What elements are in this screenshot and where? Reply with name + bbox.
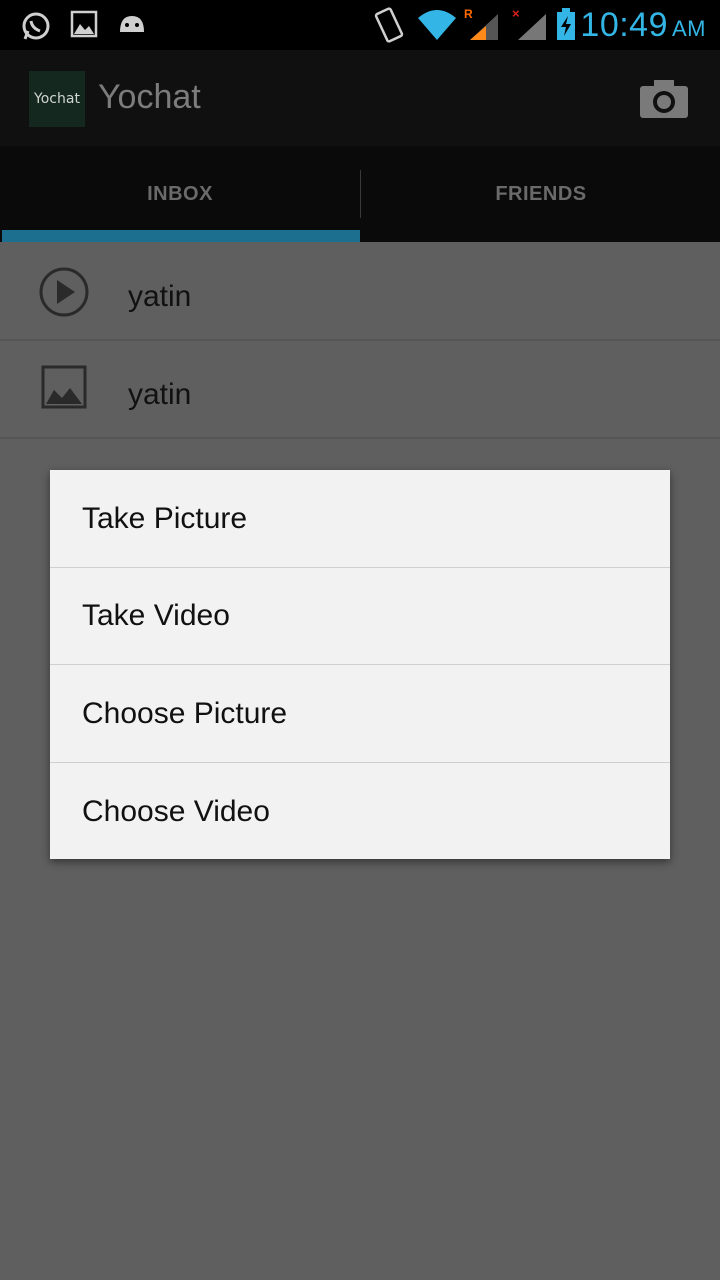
android-icon bbox=[120, 16, 144, 32]
list-item-sender: yatin bbox=[128, 378, 192, 411]
action-bar: Yochat Yochat bbox=[0, 50, 720, 146]
list-item-sender: yatin bbox=[128, 280, 192, 313]
signal-noservice-icon: × bbox=[512, 6, 546, 40]
list-item[interactable]: yatin bbox=[0, 242, 720, 341]
app-logo-text: Yochat bbox=[34, 91, 80, 107]
clock: 10:49 AM bbox=[580, 6, 706, 45]
take-picture-label: Take Picture bbox=[82, 502, 248, 535]
choose-picture-option[interactable]: Choose Picture bbox=[50, 665, 670, 763]
whatsapp-icon bbox=[22, 12, 50, 40]
choose-picture-label: Choose Picture bbox=[82, 697, 288, 730]
svg-text:R: R bbox=[464, 7, 473, 21]
wifi-icon bbox=[418, 10, 456, 40]
image-icon bbox=[41, 365, 87, 409]
take-video-option[interactable]: Take Video bbox=[50, 567, 670, 665]
image-icon bbox=[70, 10, 98, 38]
clock-ampm: AM bbox=[672, 16, 706, 41]
battery-charging-icon bbox=[557, 8, 575, 40]
choose-video-option[interactable]: Choose Video bbox=[50, 763, 670, 860]
play-icon bbox=[39, 267, 89, 317]
tab-friends-label: FRIENDS bbox=[495, 182, 587, 205]
app-title: Yochat bbox=[98, 78, 201, 116]
clock-time: 10:49 bbox=[580, 6, 668, 44]
take-video-label: Take Video bbox=[82, 599, 230, 632]
choose-video-label: Choose Video bbox=[82, 795, 270, 828]
tab-selected-indicator bbox=[2, 230, 360, 242]
signal-roaming-icon: R bbox=[464, 7, 498, 40]
media-choice-dialog: Take Picture Take Video Choose Picture C… bbox=[50, 470, 670, 859]
tab-bar: INBOX FRIENDS bbox=[0, 146, 720, 242]
tab-friends[interactable]: FRIENDS bbox=[361, 146, 720, 242]
camera-icon[interactable] bbox=[638, 78, 690, 120]
take-picture-option[interactable]: Take Picture bbox=[50, 470, 670, 568]
vibrate-icon bbox=[374, 7, 404, 43]
status-bar: R × 10:49 AM bbox=[0, 0, 720, 50]
tab-inbox-label: INBOX bbox=[147, 182, 213, 205]
app-logo[interactable]: Yochat bbox=[29, 71, 85, 127]
list-item[interactable]: yatin bbox=[0, 340, 720, 439]
svg-text:×: × bbox=[512, 6, 520, 21]
tab-inbox[interactable]: INBOX bbox=[0, 146, 360, 242]
